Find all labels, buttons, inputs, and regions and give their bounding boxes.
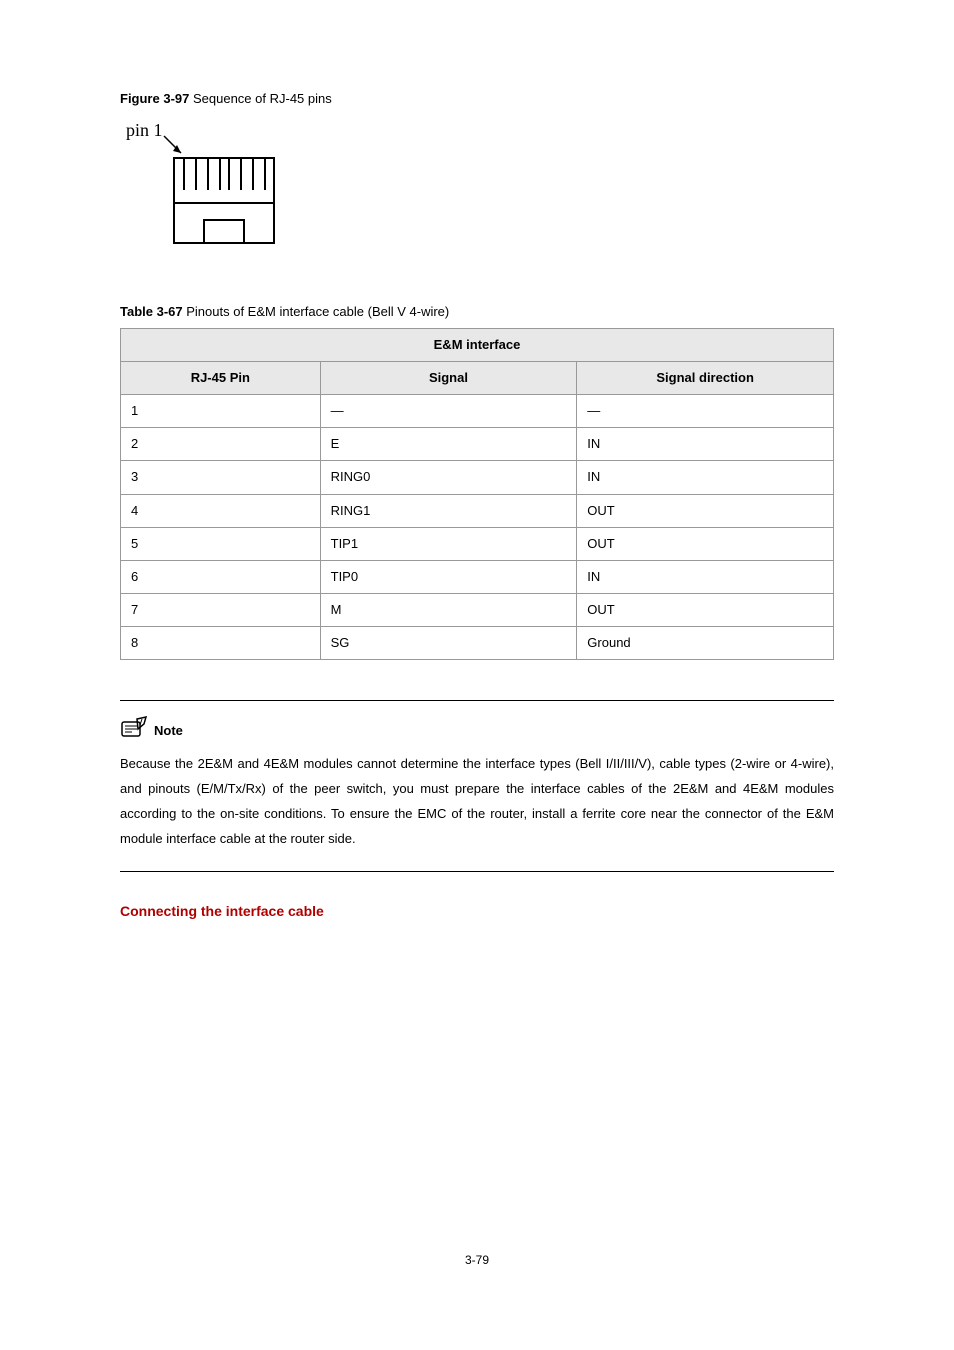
cell-dir: OUT bbox=[577, 494, 834, 527]
cell-signal: SG bbox=[320, 627, 577, 660]
cell-pin: 4 bbox=[121, 494, 321, 527]
cell-pin: 1 bbox=[121, 394, 321, 427]
note-label: Note bbox=[154, 722, 183, 740]
table-row: 8 SG Ground bbox=[121, 627, 834, 660]
table-header-col2: Signal bbox=[320, 361, 577, 394]
table-caption: Table 3-67 Pinouts of E&M interface cabl… bbox=[120, 303, 834, 321]
cell-dir: Ground bbox=[577, 627, 834, 660]
table-label: Table 3-67 bbox=[120, 304, 183, 319]
cell-dir: IN bbox=[577, 560, 834, 593]
section-heading: Connecting the interface cable bbox=[120, 902, 834, 922]
cell-signal: TIP0 bbox=[320, 560, 577, 593]
cell-pin: 7 bbox=[121, 594, 321, 627]
cell-pin: 6 bbox=[121, 560, 321, 593]
figure-text: Sequence of RJ-45 pins bbox=[193, 91, 332, 106]
cell-signal: E bbox=[320, 428, 577, 461]
table-row: 6 TIP0 IN bbox=[121, 560, 834, 593]
cell-signal: TIP1 bbox=[320, 527, 577, 560]
cell-pin: 3 bbox=[121, 461, 321, 494]
pin1-label: pin 1 bbox=[126, 120, 163, 140]
table-header-main: E&M interface bbox=[121, 328, 834, 361]
cell-signal: — bbox=[320, 394, 577, 427]
cell-dir: IN bbox=[577, 461, 834, 494]
cell-signal: M bbox=[320, 594, 577, 627]
cell-dir: OUT bbox=[577, 527, 834, 560]
table-row: 4 RING1 OUT bbox=[121, 494, 834, 527]
table-header-col3: Signal direction bbox=[577, 361, 834, 394]
table-header-col1: RJ-45 Pin bbox=[121, 361, 321, 394]
figure-label: Figure 3-97 bbox=[120, 91, 189, 106]
cell-dir: IN bbox=[577, 428, 834, 461]
cell-pin: 8 bbox=[121, 627, 321, 660]
cell-pin: 5 bbox=[121, 527, 321, 560]
table-text: Pinouts of E&M interface cable (Bell V 4… bbox=[186, 304, 449, 319]
rj45-pin-diagram: pin 1 bbox=[126, 118, 834, 253]
note-header: Note bbox=[120, 716, 834, 740]
pinouts-table: E&M interface RJ-45 Pin Signal Signal di… bbox=[120, 328, 834, 661]
figure-caption: Figure 3-97 Sequence of RJ-45 pins bbox=[120, 90, 834, 108]
page-number: 3-79 bbox=[120, 1252, 834, 1269]
cell-dir: — bbox=[577, 394, 834, 427]
cell-pin: 2 bbox=[121, 428, 321, 461]
table-row: 5 TIP1 OUT bbox=[121, 527, 834, 560]
table-row: 7 M OUT bbox=[121, 594, 834, 627]
cell-signal: RING0 bbox=[320, 461, 577, 494]
cell-dir: OUT bbox=[577, 594, 834, 627]
table-row: 2 E IN bbox=[121, 428, 834, 461]
note-icon bbox=[120, 716, 148, 740]
cell-signal: RING1 bbox=[320, 494, 577, 527]
table-row: 3 RING0 IN bbox=[121, 461, 834, 494]
note-body: Because the 2E&M and 4E&M modules cannot… bbox=[120, 752, 834, 851]
note-section: Note Because the 2E&M and 4E&M modules c… bbox=[120, 700, 834, 872]
table-row: 1 — — bbox=[121, 394, 834, 427]
